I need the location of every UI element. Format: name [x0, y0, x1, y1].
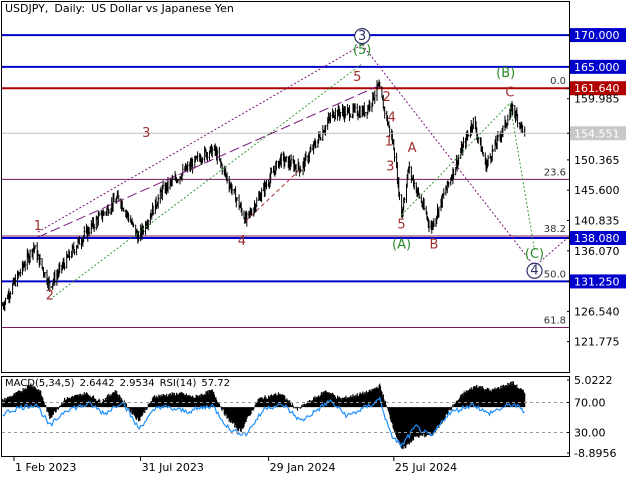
- x-axis-label: 29 Jan 2024: [270, 461, 336, 474]
- wave-label: 3: [386, 159, 394, 174]
- description-label: US Dollar vs Japanese Yen: [91, 2, 234, 15]
- macd-histogram: [2, 381, 526, 450]
- wave-label: (A): [392, 238, 411, 253]
- indicator-y-label: -8.8956: [574, 447, 616, 460]
- wave-label: 4: [388, 111, 396, 126]
- wave-projection-line: [401, 102, 535, 250]
- y-axis-label: 159.985: [574, 93, 620, 106]
- x-axis-label: 25 Jul 2024: [395, 461, 457, 474]
- y-axis-label: 126.540: [574, 305, 620, 318]
- y-axis-label: 121.775: [574, 336, 620, 349]
- chart-header: USDJPY, Daily: US Dollar vs Japanese Yen: [5, 2, 240, 15]
- usdjpy-chart-window: 0.0 23.6 38.2 50.0 61.8 1 2 3 4 5 2 4 1 3 A 5 B C (5) (B) (A…: [0, 0, 640, 480]
- y-axis-label: 145.600: [574, 184, 620, 197]
- wave-label: 4: [530, 264, 538, 279]
- symbol-label: USDJPY,: [5, 2, 49, 15]
- main-pane-frame: [1, 1, 570, 373]
- rsi-name: RSI(14): [159, 378, 197, 389]
- y-axis-label: 154.551: [574, 127, 620, 140]
- macd-name: MACD(5,34,5): [5, 378, 75, 389]
- macd-signal-value: 2.9534: [119, 378, 155, 389]
- indicator-header: MACD(5,34,5) 2.6442 2.9534 RSI(14) 57.72: [5, 378, 235, 389]
- wave-label: 1: [385, 135, 393, 150]
- wave-label: 2: [46, 289, 54, 304]
- y-axis-label: 136.070: [574, 245, 620, 258]
- timeframe-label: Daily:: [54, 2, 86, 15]
- indicator-y-label: 30.00: [574, 427, 606, 440]
- fib-level-label: 38.2: [544, 224, 566, 235]
- wave-projection-line: [361, 44, 570, 268]
- indicator-y-label: 5.0222: [574, 374, 613, 387]
- y-axis-label: 150.365: [574, 154, 620, 167]
- x-axis-label: 1 Feb 2023: [15, 461, 76, 474]
- y-axis-label: 170.000: [574, 29, 620, 42]
- wave-label: 5: [353, 70, 361, 85]
- x-axis-label: 31 Jul 2023: [142, 461, 204, 474]
- y-axis-label: 165.000: [574, 61, 620, 74]
- wave-label: (C): [525, 247, 544, 262]
- y-axis-label: 138.080: [574, 232, 620, 245]
- fib-level-label: 23.6: [544, 167, 566, 178]
- wave-label: 2: [383, 90, 391, 105]
- wave-label: C: [505, 86, 514, 101]
- wave-label: (5): [353, 43, 371, 58]
- price-bars: [1, 79, 526, 312]
- chart-canvas[interactable]: 0.023.638.250.061.8123452413A5BC(5)(B)(A…: [0, 0, 640, 480]
- wave-label: 3: [142, 126, 150, 141]
- wave-label: 4: [238, 234, 246, 249]
- wave-label: 3: [358, 29, 366, 44]
- wave-label: B: [429, 238, 438, 253]
- fib-level-label: 61.8: [544, 316, 566, 327]
- wave-projection-line: [49, 63, 363, 300]
- y-axis-label: 131.250: [574, 275, 620, 288]
- wave-label: A: [408, 141, 417, 156]
- fib-level-label: 0.0: [550, 76, 566, 87]
- fib-level-label: 50.0: [544, 269, 566, 280]
- macd-main-value: 2.6442: [79, 378, 115, 389]
- wave-label: 5: [397, 217, 405, 232]
- y-axis-label: 140.835: [574, 214, 620, 227]
- wave-label: 1: [34, 219, 42, 234]
- indicator-y-label: 70.00: [574, 397, 606, 410]
- rsi-value: 57.72: [201, 378, 231, 389]
- wave-projection-line: [37, 44, 363, 233]
- wave-label: (B): [496, 66, 515, 81]
- wave-projection-line: [37, 85, 379, 238]
